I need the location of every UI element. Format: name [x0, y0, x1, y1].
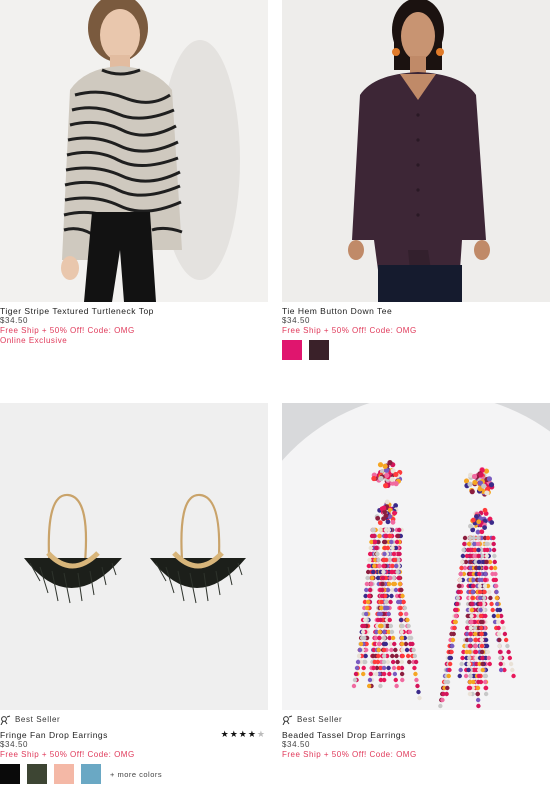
color-swatch-blue[interactable]	[81, 764, 101, 784]
product-name[interactable]: Beaded Tassel Drop Earrings	[282, 730, 550, 740]
color-swatch-pink[interactable]	[282, 340, 302, 360]
product-image-beaded-tassel-earrings[interactable]	[282, 403, 550, 710]
color-swatch-black[interactable]	[0, 764, 20, 784]
model-photo	[0, 0, 268, 302]
product-price: $34.50	[0, 740, 29, 749]
star-filled-icon: ★	[220, 729, 230, 739]
promo-text: Free Ship + 50% Off! Code: OMG	[282, 326, 417, 335]
best-seller-badge: Best Seller	[282, 714, 550, 726]
promo-text: Free Ship + 50% Off! Code: OMG	[0, 326, 135, 335]
color-swatches	[282, 340, 550, 360]
earrings-photo	[0, 403, 268, 710]
color-swatch-olive[interactable]	[27, 764, 47, 784]
product-name[interactable]: Tiger Stripe Textured Turtleneck Top	[0, 306, 268, 316]
online-exclusive-tag: Online Exclusive	[0, 336, 68, 345]
badge-label: Best Seller	[15, 715, 61, 724]
earrings-photo	[282, 403, 550, 710]
color-swatch-blush[interactable]	[54, 764, 74, 784]
color-swatches: + more colors	[0, 764, 268, 784]
star-rating: ★★★★★	[221, 729, 266, 740]
ribbon-icon	[282, 715, 293, 725]
product-card[interactable]: Best Seller Fringe Fan Drop Earrings ★★★…	[0, 403, 268, 784]
product-price: $34.50	[282, 316, 311, 325]
product-card[interactable]: Best Seller Beaded Tassel Drop Earrings …	[282, 403, 550, 760]
star-filled-icon: ★	[229, 729, 239, 739]
product-price: $34.50	[282, 740, 311, 749]
model-photo	[282, 0, 550, 302]
ribbon-icon	[0, 715, 11, 725]
star-empty-icon: ★	[256, 729, 266, 739]
product-image-tie-hem-tee[interactable]	[282, 0, 550, 302]
best-seller-badge: Best Seller	[0, 714, 268, 726]
star-filled-icon: ★	[238, 729, 248, 739]
product-image-tiger-stripe-top[interactable]	[0, 0, 268, 302]
star-filled-icon: ★	[247, 729, 257, 739]
product-image-fringe-fan-earrings[interactable]	[0, 403, 268, 710]
product-card[interactable]: Tiger Stripe Textured Turtleneck Top $34…	[0, 0, 268, 346]
product-name[interactable]: Tie Hem Button Down Tee	[282, 306, 550, 316]
promo-text: Free Ship + 50% Off! Code: OMG	[282, 750, 417, 759]
product-card[interactable]: Tie Hem Button Down Tee $34.50 Free Ship…	[282, 0, 550, 360]
product-price: $34.50	[0, 316, 29, 325]
badge-label: Best Seller	[297, 715, 343, 724]
more-colors-link[interactable]: + more colors	[110, 770, 162, 779]
color-swatch-plum[interactable]	[309, 340, 329, 360]
promo-text: Free Ship + 50% Off! Code: OMG	[0, 750, 135, 759]
